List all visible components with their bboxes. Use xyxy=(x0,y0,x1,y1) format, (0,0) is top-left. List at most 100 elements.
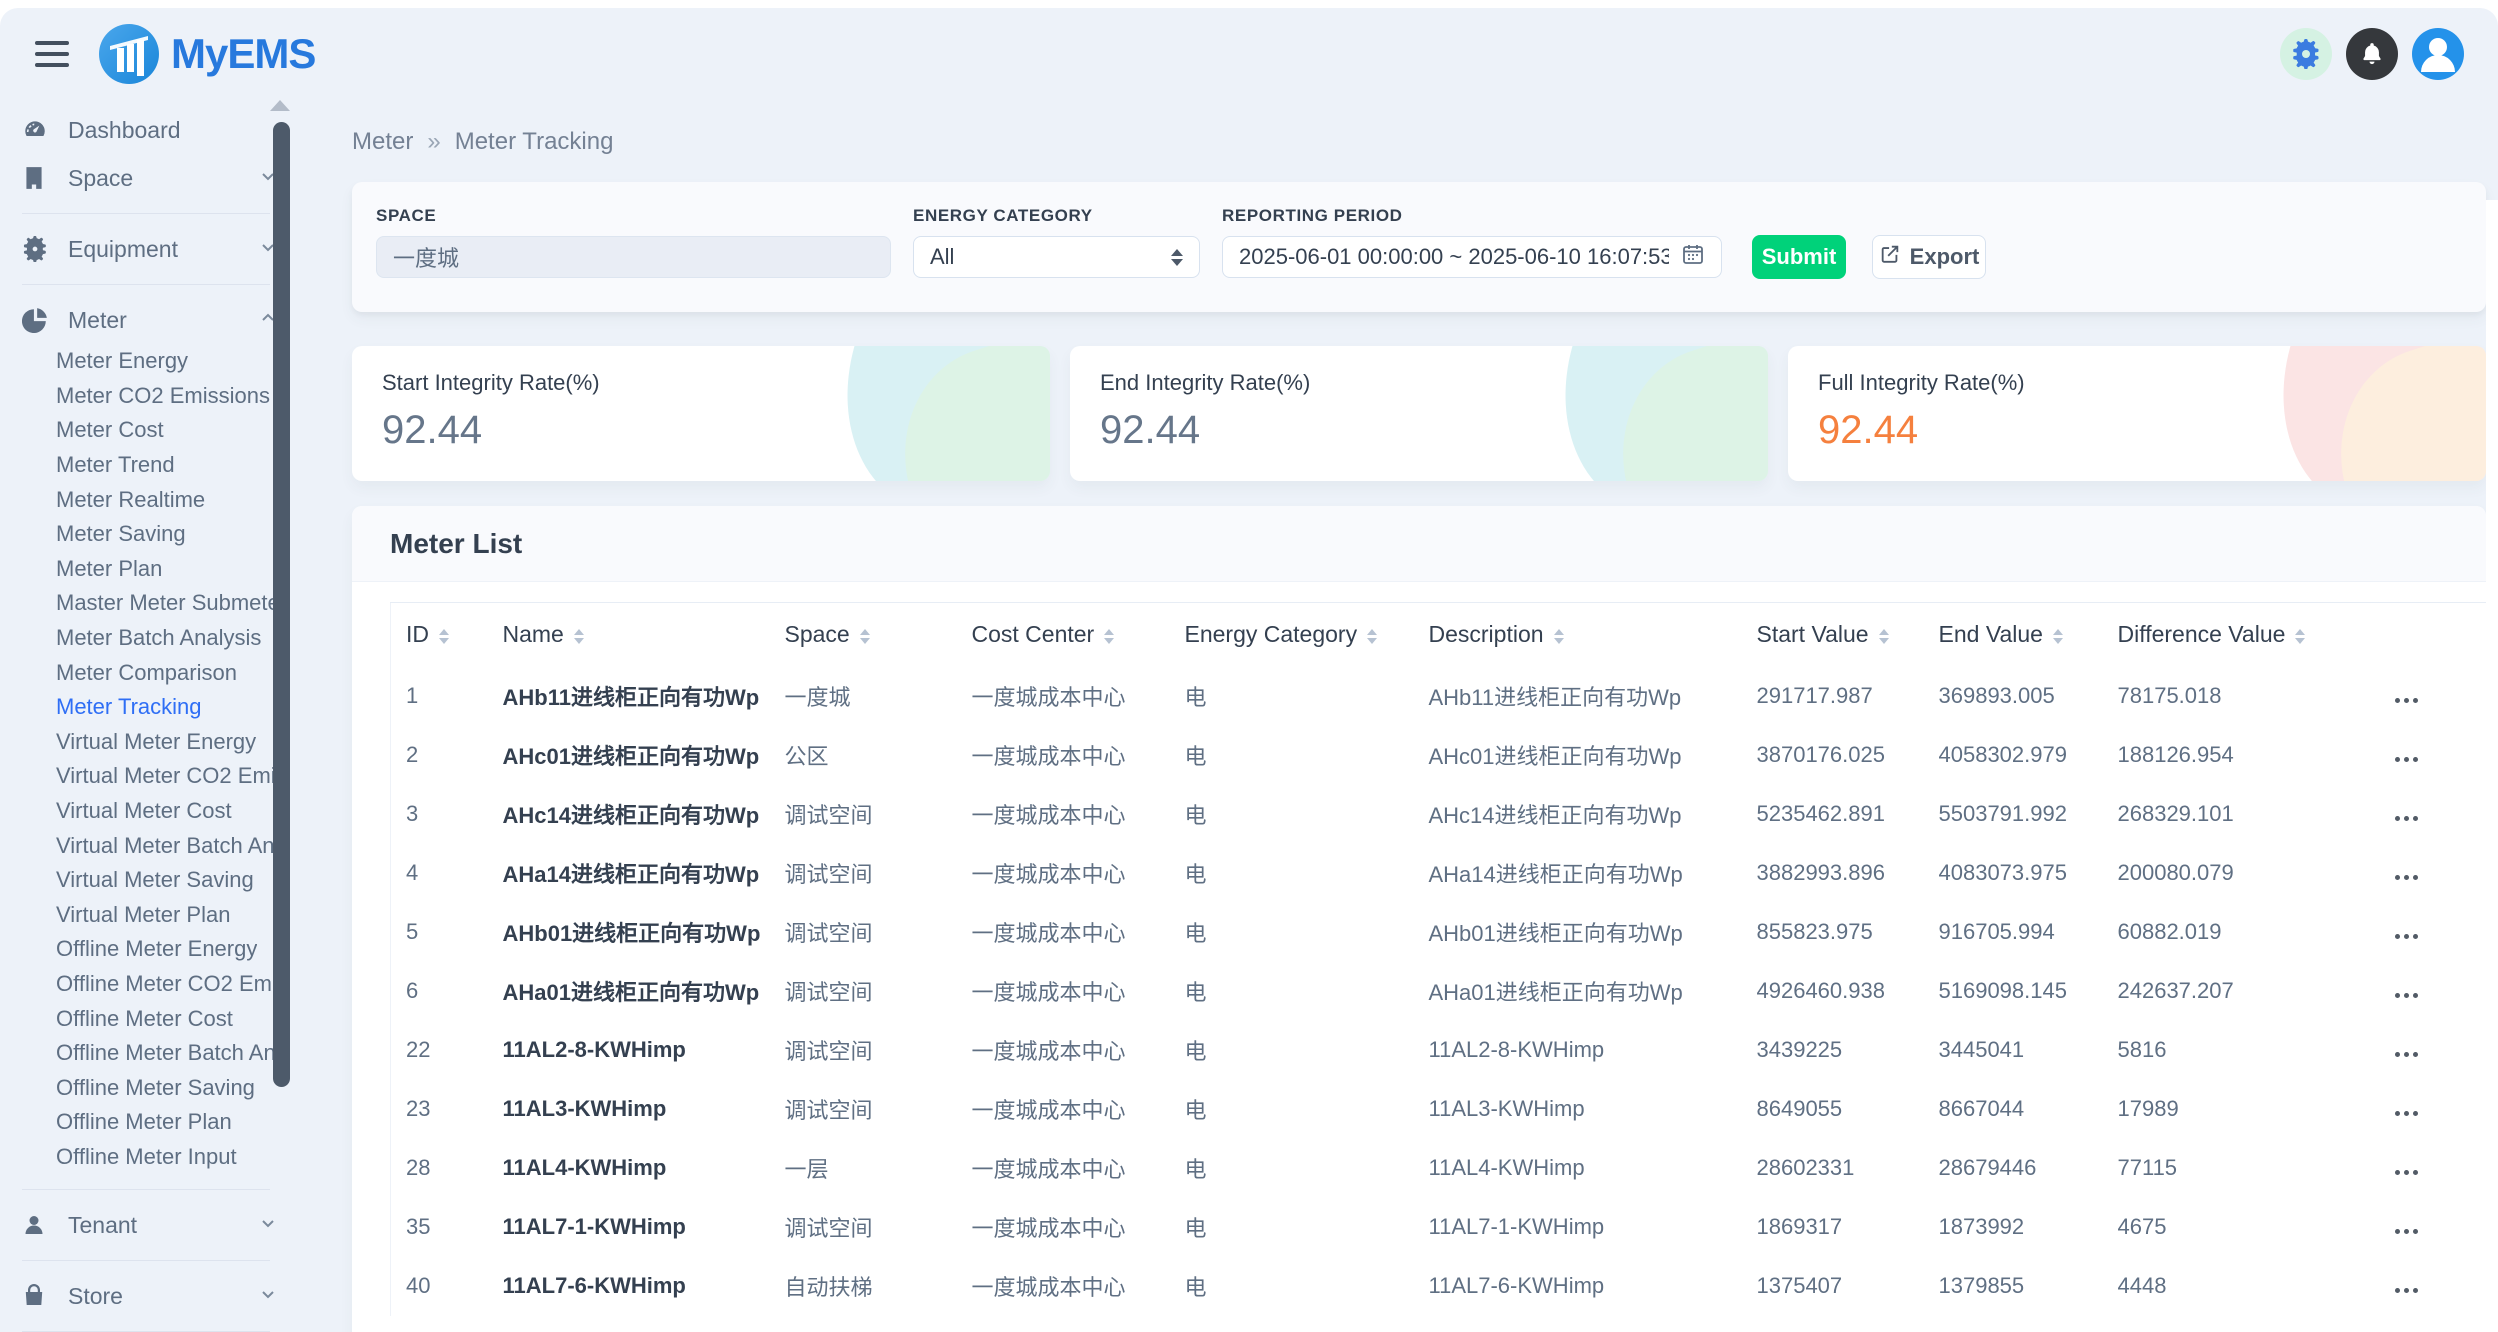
col-header-end-value[interactable]: End Value xyxy=(1924,603,2103,667)
sort-icon[interactable] xyxy=(2295,629,2305,644)
sidebar-meter-subitem[interactable]: Virtual Meter Energy xyxy=(22,725,296,760)
sidebar-scrollbar-thumb[interactable] xyxy=(273,122,290,1087)
sidebar-meter-subitem[interactable]: Meter CO2 Emissions xyxy=(22,379,296,414)
sort-icon[interactable] xyxy=(439,629,449,644)
cell-id: 1 xyxy=(391,667,488,726)
col-header-space[interactable]: Space xyxy=(770,603,957,667)
sidebar-item-store[interactable]: Store xyxy=(22,1272,296,1320)
sidebar-item-tenant[interactable]: Tenant xyxy=(22,1201,296,1249)
sidebar-meter-subitem[interactable]: Virtual Meter Batch Analysis xyxy=(22,828,296,863)
sidebar-meter-subitem[interactable]: Virtual Meter Saving xyxy=(22,863,296,898)
row-menu-button[interactable] xyxy=(2391,1105,2422,1122)
sidebar-meter-subitem[interactable]: Meter Energy xyxy=(22,344,296,379)
sort-icon[interactable] xyxy=(1367,629,1377,644)
col-header-start-value[interactable]: Start Value xyxy=(1742,603,1924,667)
notifications-button[interactable] xyxy=(2346,28,2398,80)
space-input[interactable] xyxy=(393,244,874,270)
sidebar-meter-subitem[interactable]: Offline Meter CO2 Emissions xyxy=(22,967,296,1002)
sidebar-item-dashboard[interactable]: Dashboard xyxy=(22,106,296,154)
sidebar-meter-subitem[interactable]: Master Meter Submeters Ba xyxy=(22,586,296,621)
sidebar-meter-subitem[interactable]: Virtual Meter Cost xyxy=(22,794,296,829)
sidebar-meter-subitem[interactable]: Meter Plan xyxy=(22,552,296,587)
sort-icon[interactable] xyxy=(1879,629,1889,644)
submit-button[interactable]: Submit xyxy=(1752,235,1846,279)
sidebar-meter-subitem[interactable]: Offline Meter Input xyxy=(22,1140,296,1175)
brand-logo[interactable]: MyEMS xyxy=(97,22,315,86)
col-header-cost-center[interactable]: Cost Center xyxy=(957,603,1170,667)
hamburger-menu-icon[interactable] xyxy=(35,41,69,67)
sidebar-item-equipment[interactable]: Equipment xyxy=(22,225,296,273)
sort-icon[interactable] xyxy=(1104,629,1114,644)
reporting-period-input[interactable] xyxy=(1239,244,1669,270)
col-header-actions xyxy=(2376,603,2487,667)
row-menu-button[interactable] xyxy=(2391,1282,2422,1299)
row-menu-button[interactable] xyxy=(2391,810,2422,827)
sidebar-subitem-label: Virtual Meter Batch Analysis xyxy=(56,833,274,859)
sidebar-meter-subitem[interactable]: Meter Trend xyxy=(22,448,296,483)
row-menu-button[interactable] xyxy=(2391,928,2422,945)
sidebar-meter-subitem[interactable]: Meter Batch Analysis xyxy=(22,621,296,656)
sidebar-divider xyxy=(22,284,270,285)
sidebar-meter-subitem[interactable]: Offline Meter Plan xyxy=(22,1105,296,1140)
table-row: 35 11AL7-1-KWHimp 调试空间 一度城成本中心 电 11AL7-1… xyxy=(391,1198,2487,1257)
cell-difference-value: 5816 xyxy=(2103,1021,2376,1080)
cell-cost-center: 一度城成本中心 xyxy=(957,903,1170,962)
col-header-difference-value[interactable]: Difference Value xyxy=(2103,603,2376,667)
page-scrollbar-track[interactable] xyxy=(2486,200,2498,1332)
cell-end-value: 369893.005 xyxy=(1924,667,2103,726)
reporting-period-label: REPORTING PERIOD xyxy=(1222,206,1722,226)
energy-category-select[interactable]: All xyxy=(913,236,1200,278)
top-navbar: MyEMS xyxy=(0,8,2498,100)
sidebar-meter-subitem[interactable]: Offline Meter Saving xyxy=(22,1070,296,1105)
row-menu-button[interactable] xyxy=(2391,1164,2422,1181)
breadcrumb-meter-link[interactable]: Meter xyxy=(352,128,413,156)
sidebar-meter-subitem[interactable]: Meter Realtime xyxy=(22,482,296,517)
sidebar-meter-subitem[interactable]: Offline Meter Cost xyxy=(22,1001,296,1036)
sort-icon[interactable] xyxy=(2053,629,2063,644)
row-menu-button[interactable] xyxy=(2391,987,2422,1004)
sidebar-meter-subitem[interactable]: Meter Cost xyxy=(22,413,296,448)
sidebar-item-space[interactable]: Space xyxy=(22,154,296,202)
row-menu-button[interactable] xyxy=(2391,1046,2422,1063)
sort-icon[interactable] xyxy=(574,629,584,644)
pie-chart-icon xyxy=(22,307,56,333)
col-header-description[interactable]: Description xyxy=(1414,603,1742,667)
cell-id: 5 xyxy=(391,903,488,962)
settings-button[interactable] xyxy=(2280,28,2332,80)
row-menu-button[interactable] xyxy=(2391,692,2422,709)
space-filter-group: SPACE xyxy=(376,206,891,278)
meter-list-header: Meter List xyxy=(352,506,2486,582)
row-menu-button[interactable] xyxy=(2391,751,2422,768)
sidebar-meter-subitem[interactable]: Meter Saving xyxy=(22,517,296,552)
filter-panel: SPACE ENERGY CATEGORY All REPORTING PERI… xyxy=(352,182,2486,312)
col-header-id[interactable]: ID xyxy=(391,603,488,667)
sidebar-meter-subitem[interactable]: Virtual Meter CO2 Emissions xyxy=(22,759,296,794)
sidebar-item-meter[interactable]: Meter xyxy=(22,296,296,344)
sort-icon[interactable] xyxy=(1554,629,1564,644)
meter-list-title: Meter List xyxy=(390,528,522,560)
cell-energy-category: 电 xyxy=(1170,1021,1414,1080)
sidebar-meter-subitem[interactable]: Offline Meter Batch Analysis xyxy=(22,1036,296,1071)
sidebar-meter-subitem[interactable]: Meter Comparison xyxy=(22,655,296,690)
col-header-name[interactable]: Name xyxy=(488,603,770,667)
sidebar-meter-subitem[interactable]: Meter Tracking xyxy=(22,690,296,725)
sort-icon[interactable] xyxy=(860,629,870,644)
calendar-icon[interactable] xyxy=(1681,242,1705,272)
user-account-button[interactable] xyxy=(2412,28,2464,80)
sidebar-scroll-up-arrow-icon[interactable] xyxy=(270,100,290,111)
shopping-bag-icon xyxy=(22,1284,56,1308)
sidebar-subitem-label: Meter Comparison xyxy=(56,660,237,686)
row-menu-button[interactable] xyxy=(2391,869,2422,886)
col-header-energy-category[interactable]: Energy Category xyxy=(1170,603,1414,667)
cell-start-value: 1869317 xyxy=(1742,1198,1924,1257)
cell-description: AHa14进线柜正向有功Wp xyxy=(1414,844,1742,903)
table-row: 4 AHa14进线柜正向有功Wp 调试空间 一度城成本中心 电 AHa14进线柜… xyxy=(391,844,2487,903)
sidebar-meter-subitem[interactable]: Offline Meter Energy xyxy=(22,932,296,967)
sidebar-meter-subitem[interactable]: Virtual Meter Plan xyxy=(22,898,296,933)
cell-end-value: 4058302.979 xyxy=(1924,726,2103,785)
cell-end-value: 1873992 xyxy=(1924,1198,2103,1257)
sidebar-subitem-label: Virtual Meter Energy xyxy=(56,729,256,755)
row-menu-button[interactable] xyxy=(2391,1223,2422,1240)
export-button[interactable]: Export xyxy=(1872,235,1986,279)
cell-id: 22 xyxy=(391,1021,488,1080)
